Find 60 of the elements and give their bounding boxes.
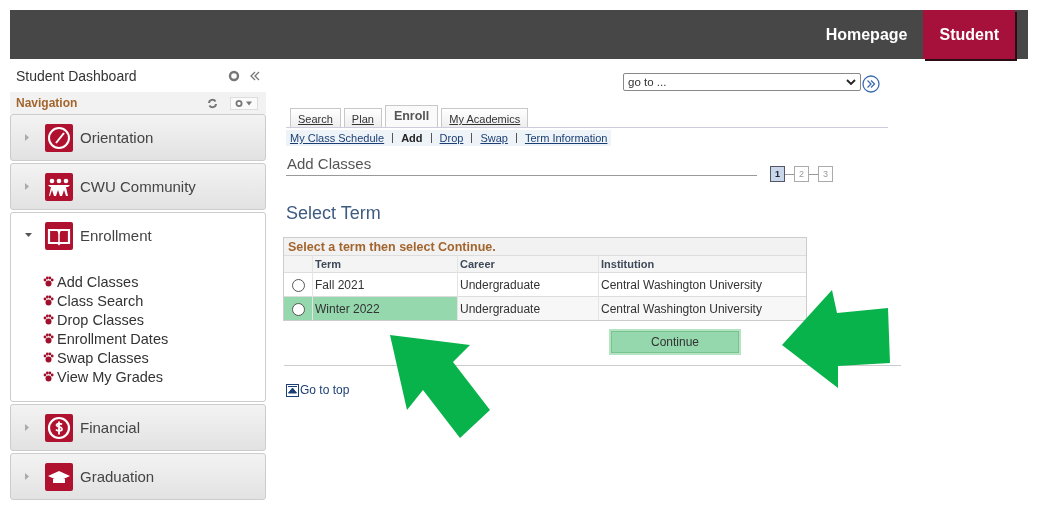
navigation-item[interactable]: CWU Community	[80, 178, 196, 195]
navigation-item[interactable]: Graduation	[80, 468, 155, 485]
step-indicator: 3	[818, 166, 833, 182]
step-indicator: 1	[770, 166, 785, 182]
navigation-item[interactable]: Financial	[80, 419, 141, 436]
sub-navigation-link[interactable]: Term Information	[524, 132, 608, 144]
book-icon	[45, 221, 73, 250]
column-header: Career	[457, 255, 599, 273]
navigation-item[interactable]: Enrollment	[80, 227, 152, 244]
top-nav-tab[interactable]: Homepage	[809, 10, 924, 59]
go-to-dropdown[interactable]: go to ...	[623, 73, 861, 91]
settings-dropdown[interactable]	[230, 96, 258, 110]
step-indicator: 2	[794, 166, 809, 182]
table-caption: Select a term then select Continue.	[284, 238, 806, 255]
navigation-label: Navigation	[16, 96, 79, 110]
paw-icon	[43, 295, 54, 306]
go-button-icon[interactable]	[862, 75, 880, 93]
page-title: Add Classes	[286, 155, 757, 176]
graduation-cap-icon	[45, 462, 73, 491]
navigation-link[interactable]: Drop Classes	[57, 311, 145, 328]
table-cell: Central Washington University	[598, 296, 806, 320]
table-cell: Winter 2022	[312, 296, 458, 320]
navigation-link[interactable]: Swap Classes	[57, 349, 149, 366]
column-header: Institution	[598, 255, 806, 273]
tab[interactable]: Search	[290, 108, 341, 127]
sub-navigation-link[interactable]: Drop	[439, 132, 464, 144]
people-icon	[45, 172, 73, 201]
navigation-link[interactable]: Class Search	[57, 292, 144, 309]
go-to-top-link[interactable]: Go to top	[300, 383, 350, 397]
tab[interactable]: Enroll	[384, 105, 439, 127]
gear-icon	[234, 98, 254, 108]
column-header: Term	[312, 255, 458, 273]
paw-icon	[43, 276, 54, 287]
paw-icon	[43, 314, 54, 325]
collapse-icon[interactable]	[250, 70, 260, 81]
go-to-top-icon[interactable]	[286, 384, 299, 397]
continue-button[interactable]: Continue	[611, 331, 739, 353]
sub-navigation-link[interactable]: My Class Schedule	[290, 132, 385, 144]
top-nav-tab[interactable]: Student	[923, 10, 1015, 59]
navigation-item[interactable]: Orientation	[80, 129, 154, 146]
tab[interactable]: Plan	[343, 108, 382, 127]
navigation-link[interactable]: Enrollment Dates	[57, 330, 169, 347]
paw-icon	[43, 371, 54, 382]
navigation-link[interactable]: View My Grades	[57, 368, 164, 385]
tab[interactable]: My Academics	[441, 108, 529, 127]
table-cell: Undergraduate	[457, 296, 599, 320]
sidebar-title: Student Dashboard	[16, 67, 138, 84]
refresh-icon[interactable]	[207, 97, 218, 109]
sub-navigation-link[interactable]: Add	[401, 132, 423, 144]
navigation-link[interactable]: Add Classes	[57, 273, 139, 290]
dollar-icon	[45, 413, 73, 442]
sub-navigation-link[interactable]: Swap	[480, 132, 508, 144]
section-title: Select Term	[286, 203, 382, 224]
caret-icon	[846, 78, 856, 86]
radio-button[interactable]	[291, 302, 305, 316]
caret-icon[interactable]	[25, 233, 33, 238]
settings-icon[interactable]	[228, 69, 240, 82]
radio-button[interactable]	[291, 278, 305, 292]
paw-icon	[43, 352, 54, 363]
paw-icon	[43, 333, 54, 344]
